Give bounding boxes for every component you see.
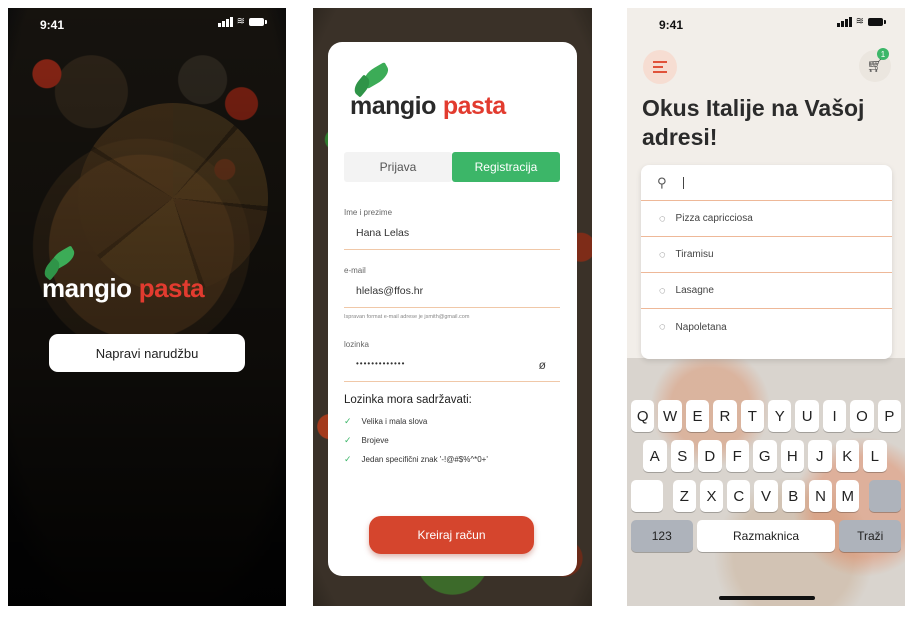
history-icon: ◌ [659,284,666,297]
key[interactable]: Y [768,400,792,432]
key[interactable]: D [698,440,722,472]
page-title: Okus Italije na Vašoj adresi! [642,95,865,150]
key[interactable]: N [808,480,833,512]
create-account-button[interactable]: Kreiraj račun [369,516,534,554]
check-icon: ✓ [344,416,352,426]
email-label: e-mail [344,266,366,275]
key[interactable]: E [685,400,710,432]
app-logo: mangio pasta [40,245,205,304]
cart-badge: 1 [877,48,889,60]
tab-register[interactable]: Registracija [452,152,560,182]
key[interactable]: S [670,440,694,472]
password-rules: ✓ Velika i mala slova ✓ Brojeve ✓ Jedan spe… [344,416,488,473]
email-input[interactable]: hlelas@ffos.hr [356,285,560,299]
check-icon: ✓ [344,435,352,445]
check-icon: ✓ [344,454,352,464]
text-caret [682,176,684,189]
key[interactable]: A [643,440,667,472]
key[interactable]: B [781,480,805,512]
cart-button[interactable]: 🛒︎ 1 [859,48,891,82]
key[interactable]: P [877,400,902,432]
home-indicator [719,596,815,600]
history-icon: ◌ [659,248,666,261]
signal-icon [836,17,852,27]
key[interactable]: V [754,480,778,512]
register-screen: mangio pasta Prijava Registracija Ime i … [313,8,592,606]
battery-icon [868,18,886,26]
hamburger-icon [653,61,667,73]
search-screen: 9:41 ≋ 🛒︎ 1 Okus Italije na Vašoj adresi… [627,8,905,606]
tab-login[interactable]: Prijava [344,152,452,182]
key[interactable]: U [795,400,819,432]
backspace-key[interactable] [869,480,902,512]
key[interactable]: J [808,440,832,472]
key[interactable]: R [713,400,737,432]
password-field[interactable]: lozinka ••••••••••••• ø [344,340,560,382]
key[interactable]: F [725,440,749,472]
key[interactable]: W [658,400,682,432]
signal-icon [217,17,233,27]
rule-item: ✓ Brojeve [344,435,389,445]
suggestion-item[interactable]: ◌ Tiramisu [641,237,892,273]
status-time: 9:41 [659,18,684,32]
key[interactable]: Q [631,400,655,432]
name-label: Ime i prezime [344,208,393,217]
shift-key[interactable] [631,480,663,512]
email-hint: Ispravan format e-mail adrese je jsmith@… [344,314,470,320]
on-screen-keyboard: Q W E R T Y U I O P A S D F G H J K L Z … [627,400,905,560]
cart-icon: 🛒︎ [866,58,884,73]
key[interactable]: L [863,440,887,472]
splash-screen: 9:41 ≋ mangio pasta Napravi narudžbu [8,8,286,606]
register-card: mangio pasta Prijava Registracija Ime i … [328,42,577,576]
eye-off-icon[interactable]: ø [539,358,546,372]
search-panel: ⚲ ◌ Pizza capricciosa ◌ Tiramisu ◌ Lasagne … [641,165,892,359]
password-input[interactable]: ••••••••••••• [356,359,560,373]
order-button[interactable]: Napravi narudžbu [49,334,245,372]
history-icon: ◌ [659,321,666,333]
rule-item: ✓ Velika i mala slova [344,416,428,426]
battery-icon [249,18,267,26]
status-bar: 9:41 ≋ [627,8,905,38]
key[interactable]: Z [672,480,696,512]
key[interactable]: O [850,400,874,432]
search-icon: ⚲ [657,174,667,190]
search-key[interactable]: Traži [839,520,901,552]
suggestion-item[interactable]: ◌ Pizza capricciosa [641,201,892,237]
status-bar: 9:41 ≋ [8,8,286,38]
auth-tabs: Prijava Registracija [344,152,560,182]
status-time: 9:41 [40,18,65,32]
wifi-icon: ≋ [855,16,864,27]
menu-button[interactable] [643,50,677,84]
key[interactable]: G [753,440,777,472]
key[interactable]: C [727,480,751,512]
key[interactable]: M [836,480,860,512]
key[interactable]: T [740,400,765,432]
suggestion-item[interactable]: ◌ Napoletana [641,309,892,345]
wifi-icon: ≋ [236,16,245,27]
password-rules-title: Lozinka mora sadržavati: [344,394,472,406]
key[interactable]: H [780,440,804,472]
search-input[interactable]: ⚲ [641,165,892,201]
numbers-key[interactable]: 123 [631,520,693,552]
name-input[interactable]: Hana Lelas [356,227,560,241]
name-field[interactable]: Ime i prezime Hana Lelas [344,208,560,250]
rule-item: ✓ Jedan specifični znak '-!@#$%^*0+' [344,454,488,464]
suggestion-item[interactable]: ◌ Lasagne [641,273,892,309]
password-label: lozinka [344,340,369,349]
app-logo: mangio pasta [350,62,506,121]
space-key[interactable]: Razmaknica [696,520,836,552]
email-field[interactable]: e-mail hlelas@ffos.hr Ispravan format e-… [344,266,560,320]
key[interactable]: I [822,400,847,432]
key[interactable]: X [699,480,724,512]
history-icon: ◌ [659,212,666,225]
key[interactable]: K [835,440,859,472]
